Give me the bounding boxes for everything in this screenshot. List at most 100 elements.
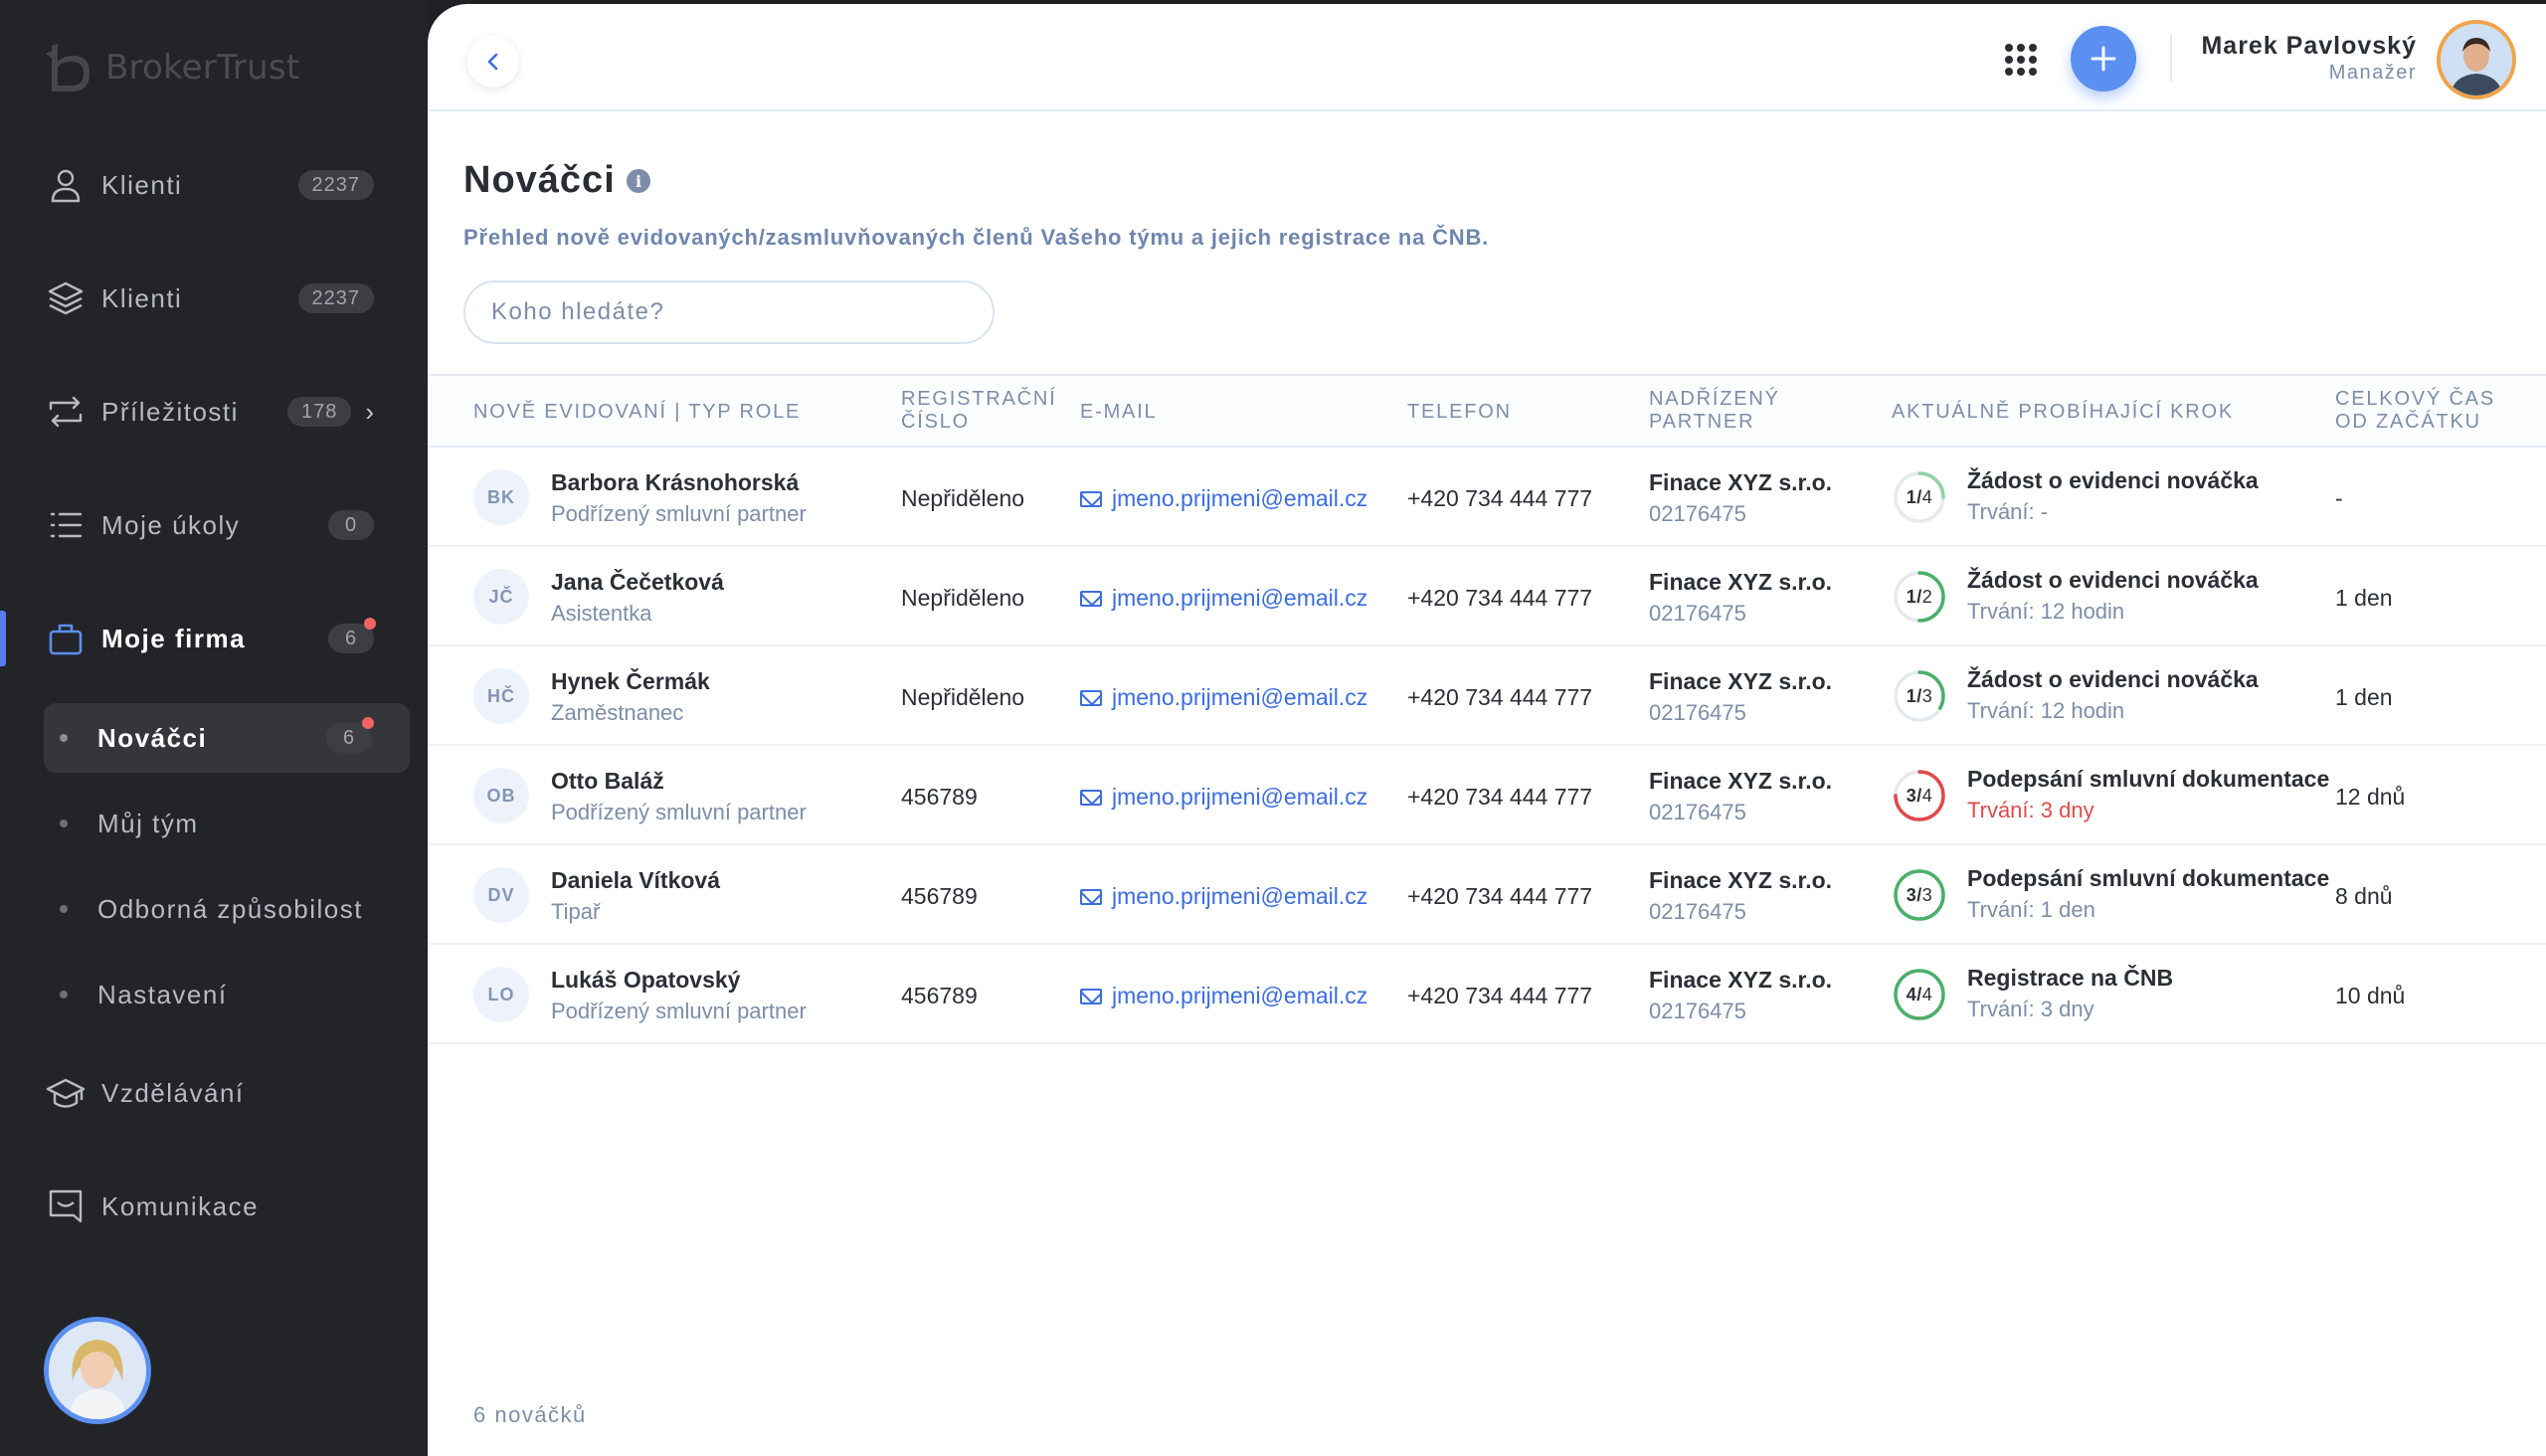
nav-item-klienti-layers[interactable]: Klienti 2237 [46,269,374,328]
email-link[interactable]: jmeno.prijmeni@email.cz [1080,485,1367,512]
column-header-total[interactable]: Celkový čas od začátku [2335,388,2495,434]
step-title: Žádost o evidenci nováčka [1967,567,2259,593]
step-total: 4 [1921,785,1933,806]
member-name[interactable]: Daniela Vítková [551,867,720,894]
email-text: jmeno.prijmeni@email.cz [1112,585,1368,611]
footer-count: 6 nováčků [473,1402,587,1427]
mail-icon [1080,888,1102,905]
search-input[interactable] [463,280,995,344]
partner-id: 02176475 [1649,700,1746,725]
email-link[interactable]: jmeno.prijmeni@email.cz [1080,585,1367,612]
initials-avatar: BK [473,469,529,525]
total-time: 12 dnů [2335,784,2406,810]
email-text: jmeno.prijmeni@email.cz [1112,983,1368,1008]
step-current: 1 [1906,486,1917,507]
phone-number: +420 734 444 777 [1407,585,1593,611]
column-header-step[interactable]: Aktuálně probíhající krok [1892,401,2234,424]
phone-number: +420 734 444 777 [1407,485,1593,511]
bullet-dot [60,734,68,742]
member-role: Asistentka [551,601,652,626]
email-link[interactable]: jmeno.prijmeni@email.cz [1080,784,1367,811]
partner-name: Finace XYZ s.r.o. [1649,768,1833,794]
briefcase-icon [46,619,86,658]
member-name[interactable]: Barbora Krásnohorská [551,469,799,496]
table-row[interactable]: DV Daniela Vítková Tipař 456789 jmeno.prijme… [428,845,2546,945]
nav-label: Moje firma [101,623,247,653]
column-header-phone[interactable]: Telefon [1407,401,1512,424]
message-icon [46,1186,86,1226]
step-progress-ring: 4/4 [1892,967,1947,1022]
layers-icon [46,278,86,318]
table-row[interactable]: OB Otto Baláž Podřízený smluvní partner 456… [428,746,2546,845]
sidebar-user-avatar[interactable] [44,1317,151,1424]
step-current: 3 [1906,884,1917,905]
sub-item-nastaveni[interactable]: Nastavení [44,960,410,1029]
email-text: jmeno.prijmeni@email.cz [1112,485,1368,511]
table-row[interactable]: HČ Hynek Čermák Zaměstnanec Nepřiděleno jmen… [428,646,2546,746]
column-header-email[interactable]: E-mail [1080,401,1157,424]
email-link[interactable]: jmeno.prijmeni@email.cz [1080,983,1367,1009]
partner-id: 02176475 [1649,601,1746,626]
header-divider [2170,34,2172,82]
step-duration: Trvání: 12 hodin [1967,698,2125,723]
brand-logo[interactable]: BrokerTrust [42,38,299,97]
user-avatar[interactable] [2437,20,2516,99]
chevron-left-icon [487,53,498,71]
nav-item-prilezitosti[interactable]: Příležitosti 178 › [46,382,374,442]
notification-dot [362,717,374,729]
sub-item-muj-tym[interactable]: Můj tým [44,789,410,858]
logo-text: BrokerTrust [105,48,300,88]
initials-avatar: HČ [473,668,529,724]
user-icon [46,165,86,205]
mail-icon [1080,789,1102,806]
email-link[interactable]: jmeno.prijmeni@email.cz [1080,684,1367,711]
notification-dot [364,618,376,630]
table-row[interactable]: JČ Jana Čečetková Asistentka Nepřiděleno jme… [428,547,2546,646]
step-current: 1 [1906,586,1917,607]
nav-label: Moje úkoly [101,509,241,540]
chevron-right-icon[interactable]: › [365,397,374,428]
nav-item-klienti[interactable]: Klienti 2237 [46,155,374,215]
member-role: Podřízený smluvní partner [551,999,807,1023]
column-header-reg[interactable]: Registrační číslo [901,388,1056,434]
member-name[interactable]: Hynek Čermák [551,668,710,695]
email-link[interactable]: jmeno.prijmeni@email.cz [1080,883,1367,910]
phone-number: +420 734 444 777 [1407,983,1593,1008]
member-name[interactable]: Jana Čečetková [551,569,724,596]
info-icon[interactable]: i [627,169,650,193]
user-name[interactable]: Marek Pavlovský [2201,32,2417,61]
nav-label: Komunikace [101,1190,260,1221]
step-count: 1/2 [1906,586,1933,607]
nav-item-moje-ukoly[interactable]: Moje úkoly 0 [46,495,374,555]
column-header-name[interactable]: Nově evidovaní | typ role [473,401,801,424]
total-time: - [2335,485,2343,511]
nav-item-vzdelavani[interactable]: Vzdělávání [46,1063,374,1123]
bullet-dot [60,819,68,827]
mail-icon [1080,689,1102,706]
sub-item-label: Nováčci [97,722,208,753]
member-name[interactable]: Otto Baláž [551,768,664,795]
column-header-partner[interactable]: Nadřízený partner [1649,388,1780,434]
partner-id: 02176475 [1649,899,1746,924]
count-badge: 2237 [297,170,374,200]
sub-item-novacci[interactable]: Nováčci 6 [44,703,410,773]
step-total: 3 [1921,884,1933,905]
nav-item-moje-firma[interactable]: Moje firma 6 [46,609,376,668]
nav-item-komunikace[interactable]: Komunikace [46,1177,374,1236]
mail-icon [1080,490,1102,507]
step-duration: Trvání: 3 dny [1967,997,2094,1021]
step-progress-ring: 3/4 [1892,768,1947,823]
member-name[interactable]: Lukáš Opatovský [551,967,740,994]
total-time: 1 den [2335,585,2393,611]
avatar-portrait-icon [49,1322,146,1419]
back-button[interactable] [467,36,519,88]
apps-grid-icon[interactable] [2005,44,2037,76]
table-row[interactable]: BK Barbora Krásnohorská Podřízený smluvní … [428,448,2546,547]
add-button[interactable] [2071,26,2136,91]
registration-number: 456789 [901,883,978,909]
sub-item-odborna-zpusobilost[interactable]: Odborná způsobilost [44,874,410,944]
registration-number: Nepřiděleno [901,485,1025,511]
header-line: číslo [901,411,971,433]
table-row[interactable]: LO Lukáš Opatovský Podřízený smluvní partn… [428,945,2546,1044]
novacci-table: Nově evidovaní | typ role Registrační čís… [428,374,2546,1044]
